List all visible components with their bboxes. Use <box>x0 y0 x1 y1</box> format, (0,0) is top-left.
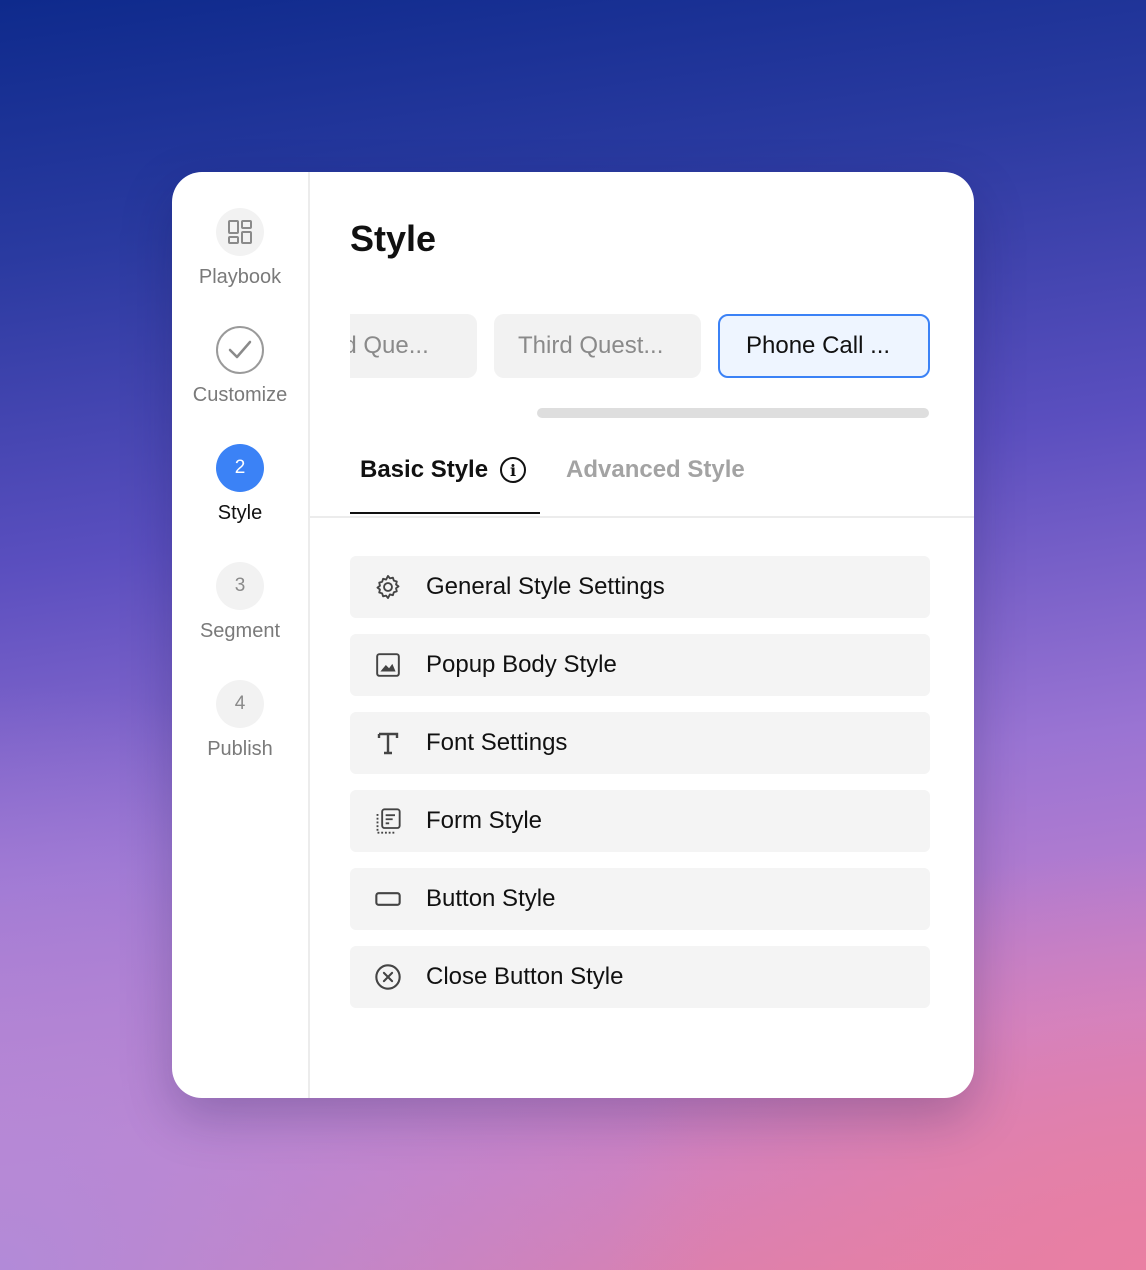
step-segment[interactable]: 3 Segment <box>172 562 308 643</box>
step-publish[interactable]: 4 Publish <box>172 680 308 761</box>
step-label: Customize <box>192 384 288 406</box>
style-item-button[interactable]: Button Style <box>350 868 930 930</box>
style-item-label: Button Style <box>426 885 556 912</box>
style-item-popup-body[interactable]: Popup Body Style <box>350 634 930 696</box>
style-item-label: Form Style <box>426 807 543 834</box>
step-label: Segment <box>199 620 281 642</box>
style-item-close-button[interactable]: Close Button Style <box>350 946 930 1008</box>
text-icon <box>350 731 426 755</box>
chip-third-question[interactable]: Third Quest... <box>494 314 701 378</box>
form-icon <box>350 807 426 835</box>
step-sidebar: Playbook Customize 2 Style 3 Segment 4 P… <box>172 172 310 1098</box>
step-playbook[interactable]: Playbook <box>172 208 308 289</box>
style-item-form[interactable]: Form Style <box>350 790 930 852</box>
style-item-general[interactable]: General Style Settings <box>350 556 930 618</box>
step-number: 2 <box>216 444 264 492</box>
chip-phone-call[interactable]: Phone Call ... <box>718 314 930 378</box>
style-item-font[interactable]: Font Settings <box>350 712 930 774</box>
button-icon <box>350 885 426 913</box>
grid-icon <box>216 208 264 256</box>
style-item-label: Close Button Style <box>426 963 624 990</box>
image-icon <box>350 652 426 678</box>
tab-advanced-style[interactable]: Advanced Style <box>566 456 745 484</box>
style-tabs: Basic Style i Advanced Style <box>310 442 974 518</box>
tab-basic-style[interactable]: Basic Style i <box>360 456 527 484</box>
question-chips: nd Que... Third Quest... Phone Call ... <box>350 314 930 378</box>
gear-icon <box>350 573 426 601</box>
style-item-label: Font Settings <box>426 729 568 756</box>
style-item-label: Popup Body Style <box>426 651 617 678</box>
step-number: 4 <box>216 680 264 728</box>
step-customize[interactable]: Customize <box>172 326 308 407</box>
style-panel-card: Playbook Customize 2 Style 3 Segment 4 P… <box>172 172 974 1098</box>
style-item-label: General Style Settings <box>426 573 665 600</box>
info-icon[interactable]: i <box>500 457 527 483</box>
main-content: Style nd Que... Third Quest... Phone Cal… <box>310 172 974 1098</box>
step-label: Publish <box>207 738 273 760</box>
close-circle-icon <box>350 963 426 991</box>
page-title: Style <box>350 218 437 259</box>
step-label: Playbook <box>198 266 282 288</box>
step-label: Style <box>217 502 263 524</box>
chips-scrollbar[interactable] <box>537 408 929 418</box>
check-icon <box>216 326 264 374</box>
tab-label: Basic Style <box>360 456 489 483</box>
active-tab-indicator <box>350 512 540 514</box>
chip-second-question[interactable]: nd Que... <box>350 314 477 378</box>
step-style[interactable]: 2 Style <box>172 444 308 525</box>
step-number: 3 <box>216 562 264 610</box>
